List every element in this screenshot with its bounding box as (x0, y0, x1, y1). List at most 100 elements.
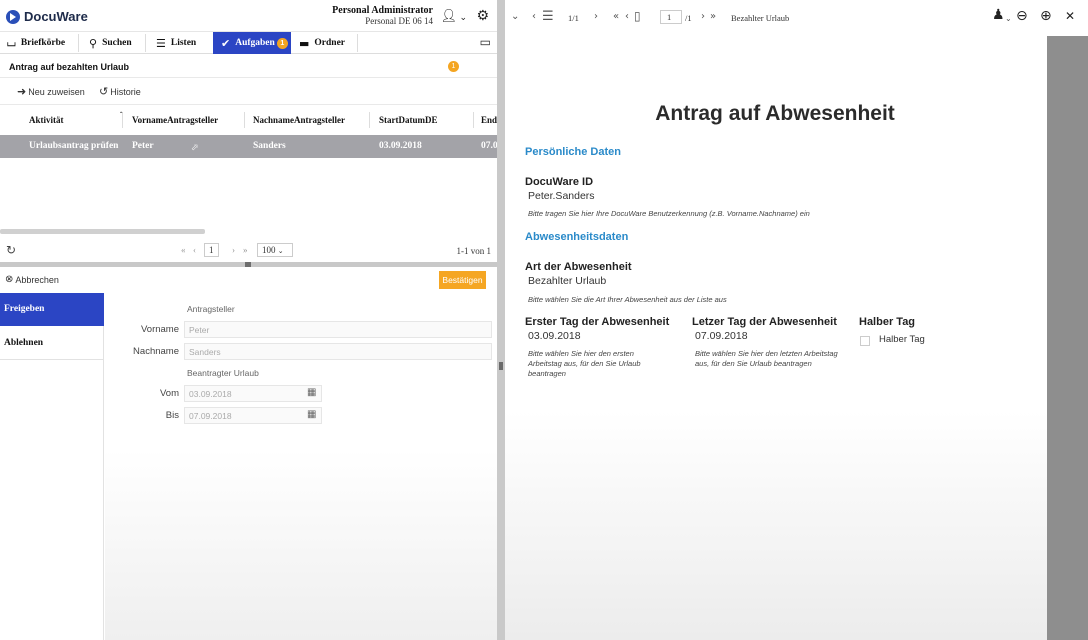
last-page-button[interactable]: » (243, 245, 248, 255)
first-page-icon[interactable]: « (613, 11, 619, 22)
chevron-down-icon[interactable]: ⌄ (1005, 14, 1012, 23)
cell-end-date: 07.0 (481, 141, 497, 151)
viewer-scroll-gutter[interactable] (1047, 36, 1088, 640)
divider (0, 104, 497, 105)
column-header-aktivitaet[interactable]: Aktivität (29, 115, 64, 125)
column-header-vorname[interactable]: VornameAntragsteller (132, 115, 218, 125)
folder-icon: ▬ (299, 36, 310, 50)
vorname-field[interactable]: Peter (184, 321, 492, 338)
page-number-input[interactable]: 1 (204, 243, 219, 257)
vorname-label: Vorname (140, 324, 179, 335)
column-header-end[interactable]: End (481, 115, 497, 125)
vom-date-field[interactable]: 03.09.2018 (184, 385, 322, 402)
section-persoenliche-daten: Persönliche Daten (525, 146, 621, 158)
nachname-field[interactable]: Sanders (184, 343, 492, 360)
next-doc-icon[interactable]: › (594, 11, 598, 22)
nav-listen[interactable]: ☰ Listen (156, 32, 196, 54)
cell-last-name: Sanders (253, 141, 286, 151)
bis-date-field[interactable]: 07.09.2018 (184, 407, 322, 424)
cell-activity: Urlaubsantrag prüfen (29, 141, 119, 151)
half-day-checkbox-label: Halber Tag (879, 334, 925, 345)
nav-label: Aufgaben (235, 38, 275, 48)
prev-page-icon[interactable]: ‹ (625, 11, 629, 22)
document-title: Antrag auf Abwesenheit (655, 102, 895, 125)
task-badge: 1 (448, 61, 459, 72)
refresh-icon[interactable]: ↻ (6, 243, 16, 257)
page-size-select[interactable]: 100 ⌄ (257, 243, 293, 257)
cursor-icon: ⬀ (191, 142, 199, 152)
table-row[interactable]: Urlaubsantrag prüfen Peter ⬀ Sanders 03.… (0, 135, 497, 158)
nav-label: Briefkörbe (20, 38, 66, 48)
option-ablehnen[interactable]: Ablehnen (0, 327, 104, 360)
nav-briefkoerbe[interactable]: ⌴ Briefkörbe (7, 32, 65, 54)
group-label-beantragter-urlaub: Beantragter Urlaub (187, 368, 259, 378)
calendar-icon[interactable]: ▦ (307, 387, 316, 398)
chevron-down-icon[interactable]: ⌄ (459, 12, 467, 23)
prev-page-button[interactable]: ‹ (193, 245, 196, 255)
pagination: ↻ « ‹ 1 › » 100 ⌄ 1-1 von 1 (0, 240, 497, 262)
user-info: Personal Administrator Personal DE 06 14 (332, 5, 433, 26)
history-icon: ↺ (99, 85, 109, 98)
result-count: 1-1 von 1 (456, 246, 492, 256)
docuware-id-value: Peter.Sanders (528, 190, 595, 202)
vom-label: Vom (159, 388, 179, 399)
column-header-startdatum[interactable]: StartDatumDE (379, 115, 438, 125)
nav-aufgaben[interactable]: ✔ Aufgaben 1 (213, 32, 291, 54)
tray-icon: ⌴ (7, 36, 16, 49)
zoom-out-icon[interactable]: ⊖ (1016, 8, 1028, 24)
history-label: Historie (110, 86, 141, 97)
confirm-button[interactable]: Bestätigen (439, 271, 486, 289)
first-day-label: Erster Tag der Abwesenheit (525, 316, 670, 328)
layers-icon[interactable]: ☰ (542, 9, 554, 24)
user-menu-icon[interactable]: 👤︎ (440, 8, 457, 24)
column-divider (369, 112, 370, 128)
task-count-badge: 1 (276, 37, 288, 49)
layer-count: 1/1 (568, 13, 579, 23)
calendar-icon[interactable]: ▦ (307, 409, 316, 420)
last-day-value: 07.09.2018 (695, 330, 748, 342)
stamp-icon[interactable]: ♟︎ (992, 7, 1005, 23)
first-day-hint: Bitte wählen Sie hier den ersten Arbeits… (528, 349, 641, 378)
task-list-title: Antrag auf bezahlten Urlaub (9, 62, 130, 72)
cell-start-date: 03.09.2018 (379, 141, 422, 151)
last-day-label: Letzer Tag der Abwesenheit (692, 316, 837, 328)
nav-ordner[interactable]: ▬ Ordner (299, 32, 345, 54)
check-icon: ✔ (221, 36, 231, 50)
bis-label: Bis (165, 410, 179, 421)
sort-icon[interactable]: ˆ (120, 111, 122, 119)
first-day-value: 03.09.2018 (528, 330, 581, 342)
nav-label: Listen (170, 38, 197, 48)
reassign-button[interactable]: ➜ Neu zuweisen (17, 85, 85, 98)
zoom-in-icon[interactable]: ⊕ (1040, 8, 1052, 24)
reassign-label: Neu zuweisen (28, 86, 85, 97)
nav-divider (145, 34, 146, 52)
next-page-button[interactable]: › (232, 245, 235, 255)
viewer-page-total: /1 (685, 13, 692, 23)
nav-suchen[interactable]: ⚲ Suchen (89, 32, 132, 54)
docuware-id-hint: Bitte tragen Sie hier Ihre DocuWare Benu… (528, 209, 810, 218)
window-icon[interactable]: ▭ (480, 35, 491, 49)
horizontal-scrollbar[interactable] (0, 229, 205, 234)
close-icon[interactable]: ✕ (1065, 9, 1075, 23)
last-day-hint: Bitte wählen Sie hier den letzten Arbeit… (695, 349, 838, 368)
document-viewer: ⌄ ‹ ☰ 1/1 › « ‹ ▯ 1 /1 › » Bezahlter Url… (505, 0, 1088, 640)
column-header-nachname[interactable]: NachnameAntragsteller (253, 115, 345, 125)
last-page-icon[interactable]: » (710, 11, 716, 22)
next-page-icon[interactable]: › (701, 11, 705, 22)
docuware-logo[interactable]: DocuWare (6, 9, 88, 24)
splitter-grip-icon[interactable] (499, 362, 503, 370)
gear-icon[interactable]: ⚙︎ (476, 7, 489, 24)
option-freigeben[interactable]: Freigeben (0, 293, 104, 326)
half-day-checkbox[interactable] (860, 336, 870, 346)
prev-doc-icon[interactable]: ‹ (532, 11, 536, 22)
vertical-splitter[interactable] (497, 0, 505, 640)
absence-type-hint: Bitte wählen Sie die Art Ihrer Abwesenhe… (528, 295, 727, 304)
history-button[interactable]: ↺ Historie (99, 85, 141, 98)
nav-divider (78, 34, 79, 52)
page-icon[interactable]: ▯ (634, 9, 641, 23)
cancel-button[interactable]: ⊗ Abbrechen (5, 274, 59, 285)
viewer-page-input[interactable]: 1 (660, 10, 682, 24)
absence-type-value: Bezahlter Urlaub (528, 275, 607, 287)
first-page-button[interactable]: « (181, 245, 186, 255)
chevron-down-icon[interactable]: ⌄ (511, 11, 519, 22)
